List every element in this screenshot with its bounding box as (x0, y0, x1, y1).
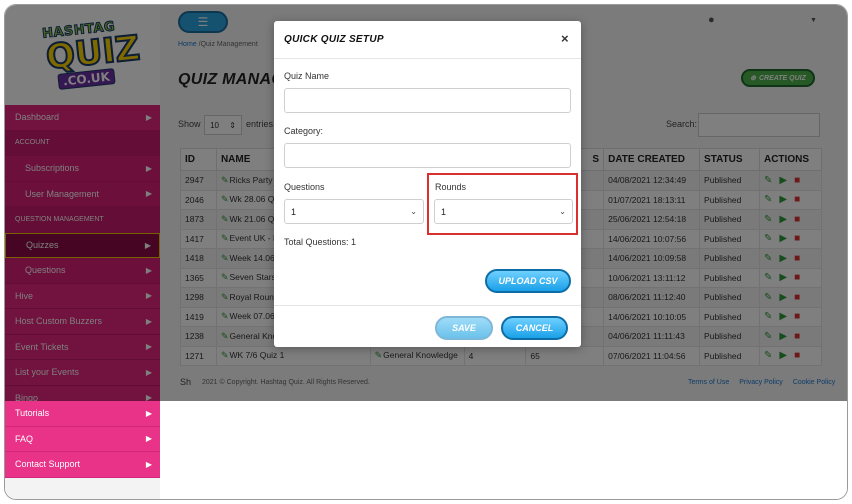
dialog-header: QUICK QUIZ SETUP × (274, 21, 581, 59)
rounds-select[interactable]: 1 ⌄ (434, 199, 573, 224)
chevron-down-icon: ⌄ (559, 207, 566, 216)
questions-label: Questions (284, 182, 325, 192)
browser-frame: HASHTAG QUIZ .CO.UK Dashboard▶ ACCOUNT S… (4, 4, 848, 500)
sidebar-item-tutorials[interactable]: Tutorials ▶ (5, 401, 160, 427)
questions-select[interactable]: 1 ⌄ (284, 199, 424, 224)
rounds-select-value: 1 (441, 206, 447, 217)
upload-csv-button[interactable]: UPLOAD CSV (485, 269, 571, 293)
sidebar-item-contact-support[interactable]: Contact Support ▶ (5, 452, 160, 478)
cancel-label: CANCEL (515, 323, 554, 333)
sidebar-item-faq[interactable]: FAQ ▶ (5, 426, 160, 452)
dialog-footer-divider (274, 305, 581, 306)
page-blank-area (160, 401, 847, 499)
save-label: SAVE (452, 323, 476, 333)
app: HASHTAG QUIZ .CO.UK Dashboard▶ ACCOUNT S… (5, 5, 847, 499)
chevron-down-icon: ⌄ (410, 207, 417, 216)
sidebar-bottom-padding (5, 485, 160, 499)
quiz-name-label: Quiz Name (284, 71, 330, 81)
quick-quiz-setup-dialog: QUICK QUIZ SETUP × Quiz Name Category: Q… (274, 21, 581, 347)
chevron-right-icon: ▶ (145, 459, 152, 469)
rounds-label: Rounds (435, 182, 467, 192)
dialog-title: QUICK QUIZ SETUP (284, 34, 384, 45)
sidebar-item-label: Contact Support (15, 459, 81, 470)
close-icon[interactable]: × (561, 31, 569, 46)
category-input[interactable] (284, 143, 571, 168)
cancel-button[interactable]: CANCEL (501, 316, 568, 340)
upload-csv-label: UPLOAD CSV (498, 276, 558, 286)
quiz-name-input[interactable] (284, 88, 571, 113)
sidebar-bottom-nav: Tutorials ▶ FAQ ▶ Contact Support ▶ (5, 401, 160, 478)
sidebar-item-label: FAQ (15, 433, 34, 444)
save-button[interactable]: SAVE (435, 316, 493, 340)
chevron-right-icon: ▶ (145, 408, 152, 418)
total-questions-text: Total Questions: 1 (284, 237, 357, 247)
sidebar-item-label: Tutorials (15, 408, 50, 419)
category-label: Category: (284, 126, 324, 136)
questions-select-value: 1 (291, 206, 297, 217)
chevron-right-icon: ▶ (145, 434, 152, 444)
